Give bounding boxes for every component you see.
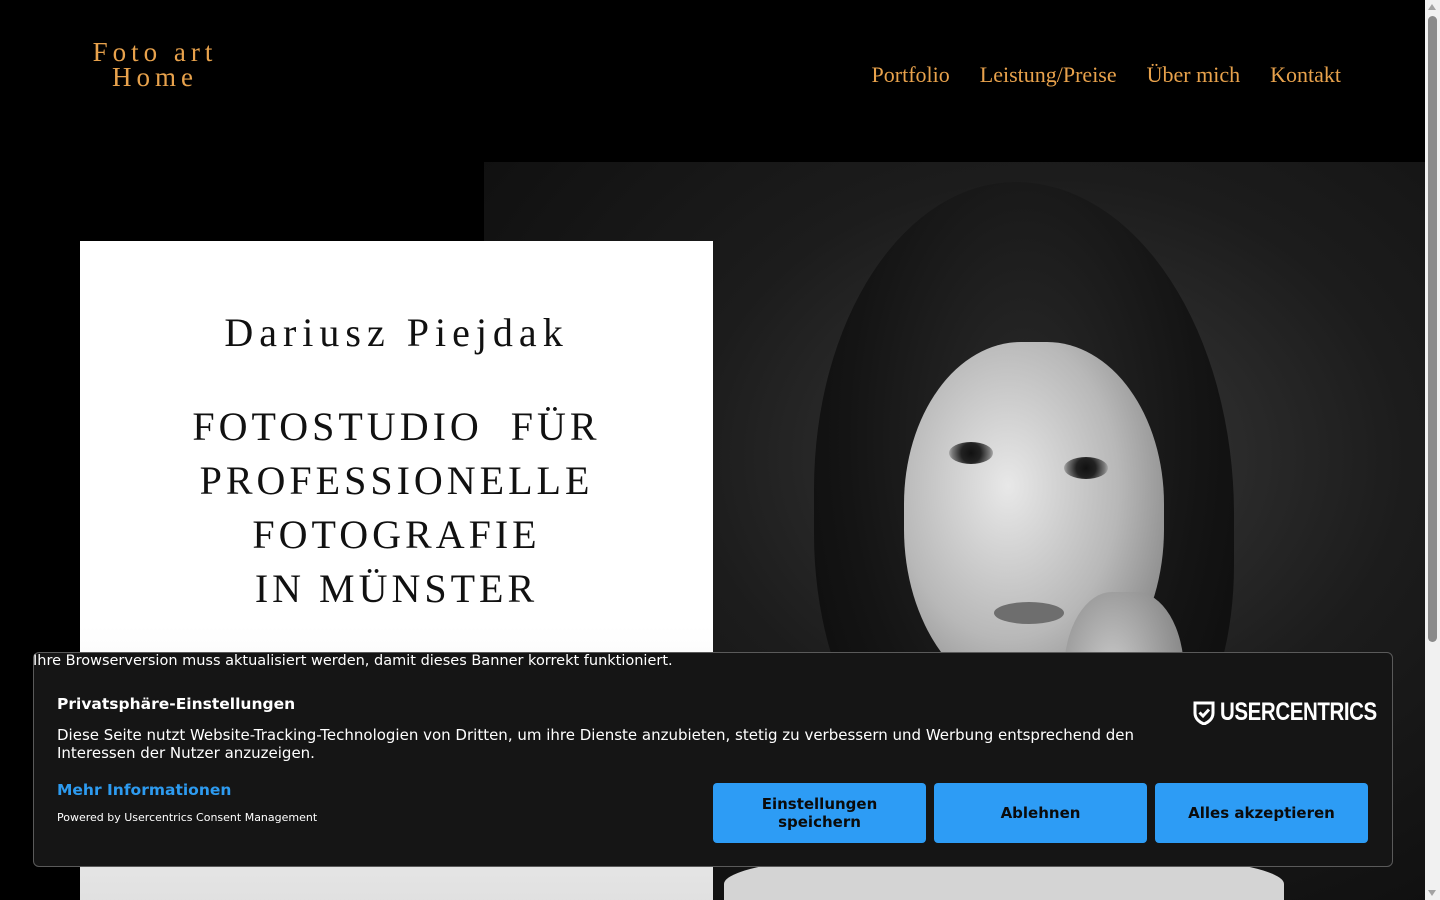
nav-ueber-mich[interactable]: Über mich	[1147, 62, 1240, 88]
photo-lips	[994, 602, 1064, 624]
consent-banner: Privatsphäre-Einstellungen Diese Seite n…	[33, 652, 1393, 867]
nav-leistung-preise[interactable]: Leistung/Preise	[980, 62, 1117, 88]
scroll-down-arrow-icon[interactable]	[1428, 890, 1436, 896]
save-settings-button[interactable]: Einstellungen speichern	[713, 783, 926, 843]
consent-button-group: Einstellungen speichern Ablehnen Alles a…	[713, 783, 1368, 843]
nav-kontakt[interactable]: Kontakt	[1270, 62, 1341, 88]
hero-headline: FOTOSTUDIO FÜR PROFESSIONELLE FOTOGRAFIE…	[80, 400, 713, 616]
nav-portfolio[interactable]: Portfolio	[872, 62, 950, 88]
photographer-name: Dariusz Piejdak	[224, 310, 569, 355]
browser-update-warning: Ihre Browserversion muss aktualisiert we…	[33, 653, 673, 669]
consent-description: Diese Seite nutzt Website-Tracking-Techn…	[57, 726, 1135, 762]
photo-eye-left	[949, 442, 993, 464]
headline-line: IN MÜNSTER	[254, 566, 539, 611]
page-scrollbar[interactable]	[1425, 0, 1440, 900]
consent-title: Privatsphäre-Einstellungen	[57, 695, 296, 713]
photo-eye-right	[1064, 457, 1108, 479]
page: Foto art Home Portfolio Leistung/Preise …	[0, 0, 1440, 900]
scroll-up-arrow-icon[interactable]	[1428, 4, 1436, 10]
main-nav: Portfolio Leistung/Preise Über mich Kont…	[872, 62, 1341, 88]
headline-line: FOTOSTUDIO FÜR	[192, 404, 601, 449]
accept-all-button[interactable]: Alles akzeptieren	[1155, 783, 1368, 843]
usercentrics-wordmark: USERCENTRICS	[1220, 698, 1377, 726]
more-info-link[interactable]: Mehr Informationen	[57, 781, 231, 799]
shield-check-icon	[1193, 701, 1215, 725]
deny-button[interactable]: Ablehnen	[934, 783, 1147, 843]
headline-line: FOTOGRAFIE	[252, 512, 541, 557]
scroll-thumb[interactable]	[1428, 16, 1437, 642]
powered-by-text: Powered by Usercentrics Consent Manageme…	[57, 811, 318, 824]
headline-line: PROFESSIONELLE	[199, 458, 594, 503]
logo-line2: Home	[112, 62, 198, 92]
site-logo[interactable]: Foto art Home	[80, 39, 230, 92]
usercentrics-logo: USERCENTRICS	[1193, 698, 1377, 727]
